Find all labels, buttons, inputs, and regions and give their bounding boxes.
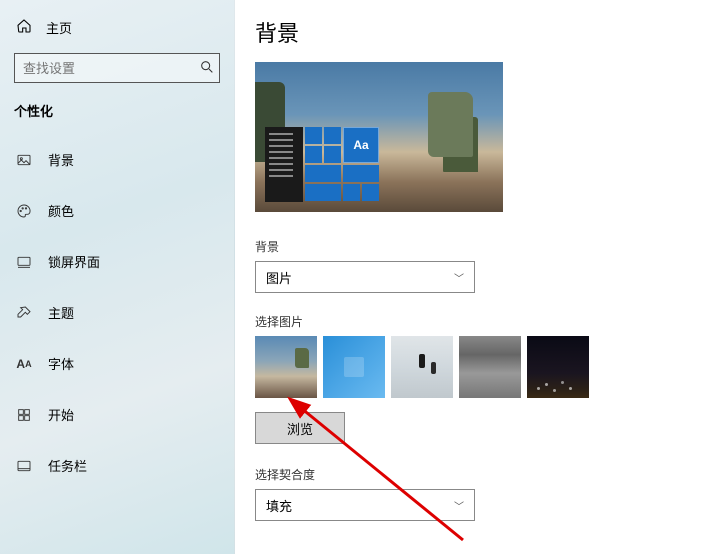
fit-dropdown[interactable]: 填充 ﹀ [255, 489, 475, 521]
browse-button[interactable]: 浏览 [255, 412, 345, 444]
choose-picture-label: 选择图片 [255, 313, 685, 330]
sidebar-item-lockscreen[interactable]: 锁屏界面 [14, 242, 220, 281]
home-icon [16, 18, 32, 37]
sidebar-item-themes[interactable]: 主题 [14, 293, 220, 332]
image-icon [16, 152, 32, 168]
preview-tile-sample: Aa [343, 127, 379, 163]
sidebar-item-label: 背景 [48, 150, 74, 169]
dropdown-value: 填充 [266, 496, 292, 515]
taskbar-icon [16, 458, 32, 474]
home-label: 主页 [46, 18, 72, 37]
preview-start-menu: Aa [265, 127, 379, 202]
start-icon [16, 407, 32, 423]
search-input-container[interactable] [14, 53, 220, 83]
picture-thumb-4[interactable] [459, 336, 521, 398]
sidebar-item-label: 主题 [48, 303, 74, 322]
sidebar-item-colors[interactable]: 颜色 [14, 191, 220, 230]
search-icon [199, 59, 215, 78]
palette-icon [16, 203, 32, 219]
chevron-down-icon: ﹀ [454, 270, 464, 285]
sidebar-item-fonts[interactable]: AA 字体 [14, 344, 220, 383]
sidebar-item-taskbar[interactable]: 任务栏 [14, 446, 220, 485]
lock-screen-icon [16, 254, 32, 270]
font-icon: AA [16, 356, 32, 372]
fit-dropdown-label: 选择契合度 [255, 466, 685, 483]
background-type-dropdown[interactable]: 图片 ﹀ [255, 261, 475, 293]
background-dropdown-label: 背景 [255, 238, 685, 255]
picture-thumb-3[interactable] [391, 336, 453, 398]
main-content: 背景 Aa 背景 图片 ﹀ 选择图 [235, 0, 705, 554]
background-preview: Aa [255, 62, 503, 212]
page-title: 背景 [255, 16, 685, 48]
sidebar-item-label: 颜色 [48, 201, 74, 220]
chevron-down-icon: ﹀ [454, 498, 464, 513]
sidebar-item-label: 锁屏界面 [48, 252, 100, 271]
sidebar-item-background[interactable]: 背景 [14, 140, 220, 179]
home-button[interactable]: 主页 [14, 14, 220, 41]
sidebar-item-label: 任务栏 [48, 456, 87, 475]
sidebar-item-label: 开始 [48, 405, 74, 424]
picture-thumb-1[interactable] [255, 336, 317, 398]
sidebar-item-label: 字体 [48, 354, 74, 373]
category-header: 个性化 [14, 101, 220, 120]
picture-thumbnails [255, 336, 685, 398]
picture-thumb-2[interactable] [323, 336, 385, 398]
picture-thumb-5[interactable] [527, 336, 589, 398]
sidebar: 主页 个性化 背景 颜色 锁屏界面 主题 AA 字体 [0, 0, 235, 554]
dropdown-value: 图片 [266, 268, 292, 287]
theme-icon [16, 305, 32, 321]
search-input[interactable] [23, 61, 199, 76]
sidebar-item-start[interactable]: 开始 [14, 395, 220, 434]
